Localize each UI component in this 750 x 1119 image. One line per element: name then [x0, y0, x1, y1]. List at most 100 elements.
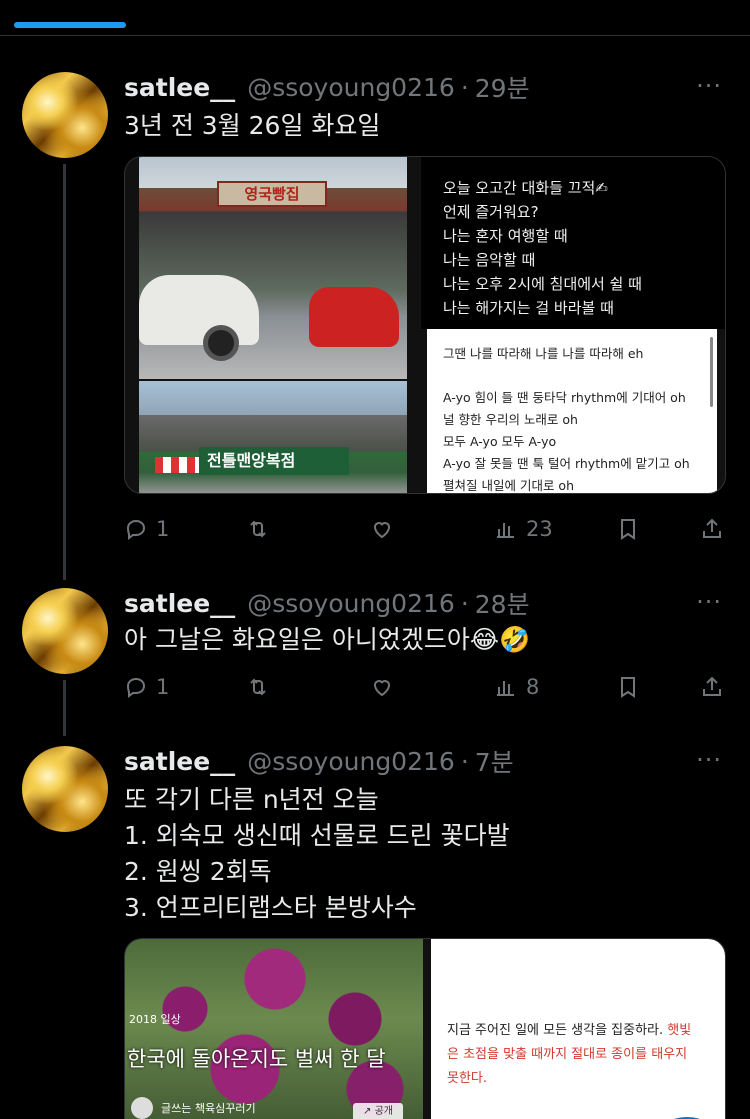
motorcycle-shape [309, 287, 399, 347]
quote-highlight: 햇빛 [667, 1023, 692, 1038]
retweet-icon [250, 678, 266, 696]
photo-lyrics-screenshot[interactable]: 오늘 오고간 대화들 끄적✍ 언제 즐거워요? 나는 혼자 여행할 때 나는 음… [421, 157, 725, 493]
photo-bakery-storefront[interactable]: 영국빵집 [139, 157, 407, 379]
scrollbar[interactable] [710, 337, 713, 407]
photo-street[interactable]: 전틀맨앙복점 [139, 381, 407, 493]
views-count: 8 [526, 675, 540, 699]
tweet-text-line: 또 각기 다른 n년전 오늘 [124, 785, 379, 814]
reply-count: 1 [156, 675, 170, 699]
user-handle[interactable]: @ssoyoung0216 [247, 747, 455, 776]
views-icon [497, 681, 514, 696]
timestamp[interactable]: 7분 [475, 743, 514, 779]
reply-icon [126, 677, 146, 698]
lyric-line: 나는 오후 2시에 침대에서 쉴 때 [443, 275, 642, 293]
car-shape [139, 275, 259, 345]
lyric-line: 펼쳐질 내일에 기대로 oh [443, 478, 574, 493]
display-name[interactable]: satlee__ [124, 589, 235, 618]
avatar[interactable] [22, 72, 108, 158]
quote-highlight-line: 은 초점을 맞출 때까지 절대로 종이를 태우지 [447, 1047, 688, 1062]
user-handle[interactable]: @ssoyoung0216 [247, 73, 455, 102]
retweet-button[interactable] [246, 672, 270, 702]
views-button[interactable]: 23 [494, 514, 553, 544]
media-grid[interactable]: 영국빵집 전틀맨앙복점 오늘 오고간 대화들 끄적✍ 언제 즐거워요? 나는 혼… [124, 156, 726, 494]
separator-dot: · [460, 72, 469, 102]
lyric-line: 언제 즐거워요? [443, 203, 539, 221]
lyric-line: 나는 음악할 때 [443, 251, 536, 269]
bookmark-button[interactable] [616, 672, 640, 702]
lyric-line: 그땐 나를 따라해 나를 나를 따라해 eh [443, 346, 644, 361]
more-options-icon[interactable]: ··· [696, 72, 722, 100]
store-sign: 영국빵집 [217, 181, 327, 207]
views-button[interactable]: 8 [494, 672, 539, 702]
top-bar [0, 0, 750, 36]
heart-icon [373, 522, 391, 539]
bookmark-button[interactable] [616, 514, 640, 544]
share-chip: ↗ 공개 [353, 1103, 403, 1119]
lyric-line: 나는 혼자 여행할 때 [443, 227, 568, 245]
tweet-text-line: 3. 언프리티랩스타 본방사수 [124, 893, 417, 922]
more-options-icon[interactable]: ··· [696, 746, 722, 774]
tweet-header: satlee__ @ssoyoung0216 · 28분 [124, 585, 530, 621]
share-icon [703, 518, 721, 538]
tweet-text: 3년 전 3월 26일 화요일 [124, 111, 381, 140]
tweet-actions: 1 23 [124, 514, 726, 544]
timestamp[interactable]: 29분 [475, 69, 530, 105]
shop-sign: 전틀맨앙복점 [199, 447, 349, 475]
share-icon [703, 676, 721, 696]
lyrics-dark-section: 오늘 오고간 대화들 끄적✍ 언제 즐거워요? 나는 혼자 여행할 때 나는 음… [421, 157, 725, 329]
quote-text: 지금 주어진 일에 모든 생각을 집중하라. [447, 1023, 664, 1038]
reply-button[interactable]: 1 [124, 672, 169, 702]
lyric-line: 모두 A-yo 모두 A-yo [443, 434, 557, 449]
timestamp[interactable]: 28분 [475, 585, 530, 621]
bookmark-icon [621, 677, 635, 698]
retweet-icon [250, 520, 266, 538]
tweet-text-line: 2. 원씽 2회독 [124, 857, 272, 886]
post-headline: 한국에 돌아온지도 벌써 한 달 [127, 1047, 386, 1071]
thread-line [63, 680, 66, 736]
photo-flower-bouquet[interactable]: 2018 일상 한국에 돌아온지도 벌써 한 달 글쓰는 책육심꾸러기 ↗ 공개 [125, 939, 423, 1119]
share-button[interactable] [700, 672, 724, 702]
avatar[interactable] [22, 746, 108, 832]
heart-icon [373, 680, 391, 697]
display-name[interactable]: satlee__ [124, 747, 235, 776]
separator-dot: · [460, 588, 469, 618]
lyric-line: A-yo 잘 못들 땐 툭 털어 rhythm에 맡기고 oh [443, 456, 690, 471]
tweet-text-line: 1. 외숙모 생신때 선물로 드린 꽃다발 [124, 821, 510, 850]
like-button[interactable] [370, 672, 394, 702]
user-handle[interactable]: @ssoyoung0216 [247, 589, 455, 618]
tweet-1[interactable]: satlee__ @ssoyoung0216 · 29분 ··· 3년 전 3월… [0, 69, 750, 580]
post-tag: 2018 일상 [129, 1013, 181, 1026]
lyric-line: 널 향한 우리의 노래로 oh [443, 412, 578, 427]
thread-line [63, 164, 66, 580]
more-options-icon[interactable]: ··· [696, 588, 722, 616]
lyric-line: 나는 해가지는 걸 바라볼 때 [443, 299, 614, 317]
lyrics-light-section: 그땐 나를 따라해 나를 나를 따라해 eh A-yo 힘이 들 땐 둥타닥 r… [427, 329, 717, 493]
tweet-header: satlee__ @ssoyoung0216 · 7분 [124, 743, 514, 779]
media-grid[interactable]: 2018 일상 한국에 돌아온지도 벌써 한 달 글쓰는 책육심꾸러기 ↗ 공개… [124, 938, 726, 1119]
photo-quote-screenshot[interactable]: 지금 주어진 일에 모든 생각을 집중하라. 햇빛 은 초점을 맞출 때까지 절… [431, 939, 725, 1119]
share-button[interactable] [700, 514, 724, 544]
reply-count: 1 [156, 517, 170, 541]
lyric-line: A-yo 힘이 들 땐 둥타닥 rhythm에 기대어 oh [443, 390, 686, 405]
like-button[interactable] [370, 514, 394, 544]
channel-name: 글쓰는 책육심꾸러기 [161, 1102, 256, 1115]
separator-dot: · [460, 746, 469, 776]
quote-line: 지금 주어진 일에 모든 생각을 집중하라. 햇빛 [447, 1019, 691, 1038]
bookmark-icon [621, 519, 635, 540]
views-icon [497, 523, 514, 538]
tweet-text: 아 그날은 화요일은 아니었겠드아😂🤣 [124, 625, 531, 654]
tweet-2[interactable]: satlee__ @ssoyoung0216 · 28분 ··· 아 그날은 화… [0, 585, 750, 736]
reply-button[interactable]: 1 [124, 514, 169, 544]
views-count: 23 [526, 517, 553, 541]
retweet-button[interactable] [246, 514, 270, 544]
tweet-header: satlee__ @ssoyoung0216 · 29분 [124, 69, 530, 105]
display-name[interactable]: satlee__ [124, 73, 235, 102]
tab-indicator [14, 22, 126, 28]
tweet-3[interactable]: satlee__ @ssoyoung0216 · 7분 ··· 또 각기 다른 … [0, 746, 750, 1119]
avatar[interactable] [22, 588, 108, 674]
reply-icon [126, 519, 146, 540]
tweet-actions: 1 8 [124, 672, 726, 702]
channel-avatar [131, 1097, 153, 1119]
wheel-shape [203, 325, 239, 361]
quote-highlight-line: 못한다. [447, 1071, 488, 1086]
